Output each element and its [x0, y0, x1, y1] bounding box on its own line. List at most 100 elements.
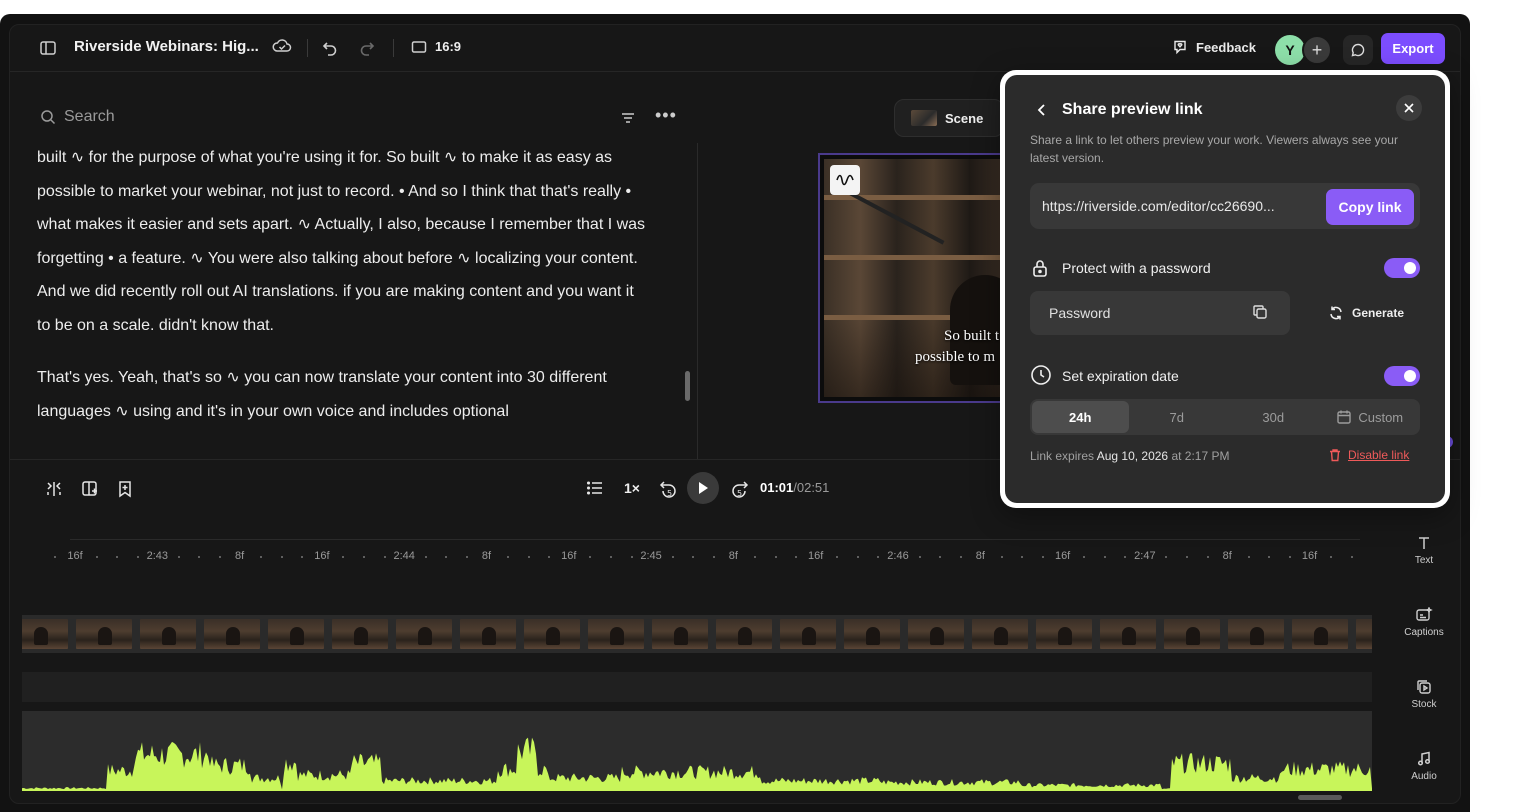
- disable-link-label: Disable link: [1348, 448, 1410, 462]
- ruler-label: 2:46: [887, 550, 909, 562]
- sidebar-toggle-icon[interactable]: [39, 39, 57, 57]
- ruler-tick: [692, 556, 695, 558]
- ruler-tick: [548, 556, 551, 558]
- chat-bubble-icon: [1351, 43, 1365, 57]
- avatar[interactable]: Y: [1275, 35, 1305, 65]
- ruler-tick: [383, 556, 386, 558]
- split-icon[interactable]: [45, 480, 63, 498]
- ruler-label: 8f: [1222, 550, 1232, 562]
- video-thumbnail: [652, 619, 708, 649]
- expiry-time: at 2:17 PM: [1171, 449, 1230, 463]
- audio-track[interactable]: [22, 711, 1372, 791]
- scene-button[interactable]: Scene: [894, 99, 1004, 137]
- ruler-tick: [280, 556, 283, 558]
- search-icon: [41, 110, 56, 125]
- ruler-tick: [1206, 556, 1209, 558]
- transcript-scrollbar[interactable]: [685, 371, 690, 401]
- ruler-tick: [301, 556, 304, 558]
- ruler-tick: [1350, 556, 1353, 558]
- scene-label: Scene: [945, 110, 984, 126]
- cloud-saved-icon[interactable]: [272, 37, 292, 55]
- audio-waveform: [22, 737, 1372, 791]
- skip-forward-icon[interactable]: 5: [730, 478, 750, 500]
- ruler-tick: [856, 556, 859, 558]
- disable-link-button[interactable]: Disable link: [1328, 448, 1409, 462]
- ruler-tick: [795, 556, 798, 558]
- expiration-options: 24h 7d 30d Custom: [1030, 399, 1420, 435]
- filter-icon[interactable]: [620, 111, 636, 130]
- back-chevron-icon[interactable]: [1035, 103, 1049, 122]
- password-toggle[interactable]: [1384, 258, 1420, 278]
- captions-icon: [1416, 607, 1433, 621]
- playback-speed[interactable]: 1×: [624, 480, 640, 496]
- clock-icon: [1030, 364, 1052, 391]
- ruler-tick: [1330, 556, 1333, 558]
- share-link-field[interactable]: https://riverside.com/editor/cc26690... …: [1030, 183, 1420, 229]
- aspect-ratio-icon[interactable]: [411, 39, 427, 55]
- feedback-label: Feedback: [1196, 39, 1256, 55]
- ruler-tick: [465, 556, 468, 558]
- ruler-label: 16f: [1054, 550, 1071, 562]
- redo-icon[interactable]: [358, 39, 376, 57]
- transcript-paragraph[interactable]: built ∿ for the purpose of what you're u…: [37, 141, 647, 342]
- aspect-ratio-label[interactable]: 16:9: [435, 39, 461, 54]
- option-24h[interactable]: 24h: [1032, 401, 1129, 433]
- tool-stock[interactable]: Stock: [1402, 679, 1446, 710]
- ruler-tick: [918, 556, 921, 558]
- modal-description: Share a link to let others preview your …: [1030, 133, 1398, 165]
- transcript-paragraph[interactable]: That's yes. Yeah, that's so ∿ you can no…: [37, 361, 647, 428]
- option-30d[interactable]: 30d: [1225, 401, 1322, 433]
- skip-back-icon[interactable]: 5: [658, 478, 678, 500]
- video-thumbnail: [844, 619, 900, 649]
- tool-captions[interactable]: Captions: [1402, 607, 1446, 638]
- transcript-search[interactable]: Search: [40, 108, 115, 126]
- video-thumbnail: [22, 619, 68, 649]
- generate-password-button[interactable]: Generate: [1328, 305, 1404, 321]
- video-thumbnail: [332, 619, 388, 649]
- video-thumbnail: [268, 619, 324, 649]
- ruler-label: 8f: [481, 550, 492, 562]
- video-thumbnail: [972, 619, 1028, 649]
- timeline-scrollbar[interactable]: [1298, 795, 1342, 800]
- empty-track[interactable]: [22, 672, 1372, 702]
- tool-audio[interactable]: Audio: [1402, 751, 1446, 782]
- expiry-prefix: Link expires: [1030, 449, 1095, 463]
- ruler-tick: [877, 556, 880, 558]
- undo-icon[interactable]: [321, 39, 339, 57]
- copy-icon[interactable]: [1252, 304, 1268, 325]
- option-custom[interactable]: Custom: [1322, 401, 1419, 433]
- audio-wave-icon[interactable]: [830, 165, 860, 195]
- video-thumbnail: [460, 619, 516, 649]
- add-layout-icon[interactable]: [81, 480, 99, 498]
- copy-link-button[interactable]: Copy link: [1326, 189, 1414, 225]
- project-title[interactable]: Riverside Webinars: Hig...: [74, 38, 259, 55]
- bookmark-icon[interactable]: [117, 480, 133, 498]
- comments-button[interactable]: [1343, 35, 1373, 65]
- more-options-icon[interactable]: •••: [655, 105, 677, 126]
- close-button[interactable]: [1396, 95, 1422, 121]
- video-track[interactable]: [22, 615, 1372, 653]
- transcript-text[interactable]: built ∿ for the purpose of what you're u…: [37, 141, 647, 447]
- ruler-tick: [1165, 556, 1168, 558]
- feedback-button[interactable]: Feedback: [1172, 32, 1256, 62]
- play-button[interactable]: [687, 472, 719, 504]
- invite-collaborator-button[interactable]: +: [1302, 35, 1332, 65]
- password-field[interactable]: Password: [1030, 291, 1290, 335]
- video-preview[interactable]: So built t possible to m: [818, 153, 1008, 403]
- export-button[interactable]: Export: [1381, 33, 1445, 64]
- option-7d[interactable]: 7d: [1129, 401, 1226, 433]
- chapters-list-icon[interactable]: [587, 481, 603, 495]
- ruler-tick: [445, 556, 448, 558]
- share-link-url[interactable]: https://riverside.com/editor/cc26690...: [1042, 198, 1314, 214]
- tool-label: Text: [1414, 555, 1434, 566]
- video-thumbnail: [908, 619, 964, 649]
- ruler-label: 2:47: [1134, 550, 1156, 562]
- timeline-ruler[interactable]: 16f 2:43 8f 16f 2:44 8f 16f 2:45 8f 16f 2:46 8f 16f 2…: [50, 550, 1360, 564]
- expiration-toggle[interactable]: [1384, 366, 1420, 386]
- text-icon: [1419, 537, 1429, 549]
- ruler-label: 16f: [314, 550, 330, 562]
- ruler-tick: [753, 556, 756, 558]
- tool-label: Captions: [1404, 627, 1444, 638]
- tool-text[interactable]: Text: [1402, 535, 1446, 566]
- share-modal-frame: Share preview link Share a link to let o…: [1000, 70, 1450, 508]
